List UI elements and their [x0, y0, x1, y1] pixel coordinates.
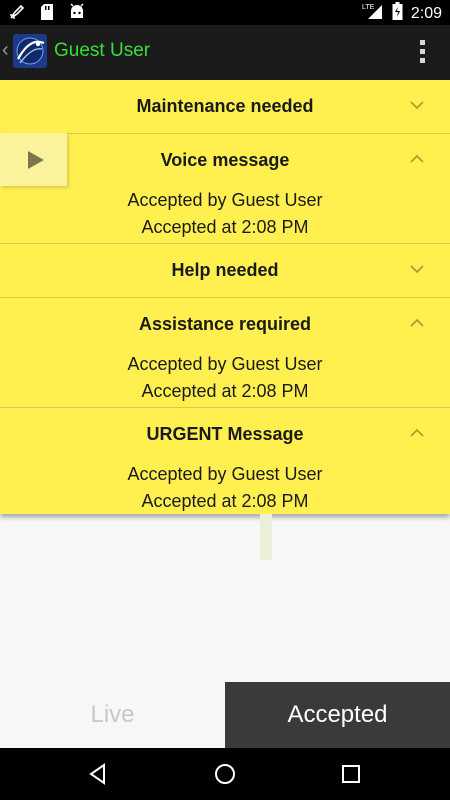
tab-bar: Live Accepted — [0, 682, 450, 748]
message-details: Accepted by Guest User Accepted at 2:08 … — [0, 351, 450, 407]
message-item-help[interactable]: Help needed — [0, 244, 450, 298]
overflow-menu-icon[interactable] — [420, 40, 426, 66]
navigation-bar — [0, 748, 450, 800]
network-type-label: LTE — [362, 4, 375, 11]
app-title: Guest User — [54, 40, 151, 61]
message-title: URGENT Message — [146, 424, 304, 444]
message-header[interactable]: Help needed — [0, 244, 450, 297]
message-item-voice[interactable]: Voice message Accepted by Guest User Acc… — [0, 134, 450, 244]
accepted-at-text: Accepted at 2:08 PM — [141, 217, 309, 237]
message-title: Voice message — [160, 150, 290, 170]
message-details: Accepted by Guest User Accepted at 2:08 … — [0, 187, 450, 243]
accepted-at-text: Accepted at 2:08 PM — [141, 381, 309, 401]
play-voice-button[interactable] — [0, 133, 67, 186]
app-logo-icon[interactable] — [12, 33, 48, 69]
message-item-assistance[interactable]: Assistance required Accepted by Guest Us… — [0, 298, 450, 408]
chevron-down-icon[interactable] — [410, 262, 424, 276]
accepted-at-text: Accepted at 2:08 PM — [141, 491, 309, 511]
message-header[interactable]: Assistance required — [0, 298, 450, 351]
sd-card-icon — [40, 3, 54, 26]
chevron-down-icon[interactable] — [410, 98, 424, 112]
play-icon — [28, 151, 44, 169]
status-bar-notifications — [8, 3, 86, 26]
tab-live[interactable]: Live — [0, 682, 225, 748]
message-title: Help needed — [171, 260, 279, 280]
accepted-by-text: Accepted by Guest User — [127, 354, 323, 374]
status-bar-system: LTE 2:09 — [362, 2, 442, 25]
recents-square-icon[interactable] — [339, 762, 363, 786]
message-list: Maintenance needed Voice message Accepte… — [0, 80, 450, 514]
back-triangle-icon[interactable] — [86, 762, 110, 786]
android-icon — [68, 3, 86, 26]
battery-icon — [392, 2, 403, 25]
tab-accepted[interactable]: Accepted — [225, 682, 450, 748]
back-chevron-icon[interactable]: ‹ — [2, 39, 9, 62]
rocket-icon — [8, 3, 26, 26]
message-title: Assistance required — [138, 314, 312, 334]
app-bar: ‹ Guest User — [0, 25, 450, 80]
status-bar: LTE 2:09 — [0, 0, 450, 25]
accepted-by-text: Accepted by Guest User — [127, 190, 323, 210]
home-circle-icon[interactable] — [213, 762, 237, 786]
chevron-up-icon[interactable] — [410, 316, 424, 330]
message-title: Maintenance needed — [136, 96, 314, 116]
chevron-up-icon[interactable] — [410, 152, 424, 166]
message-details: Accepted by Guest User Accepted at 2:08 … — [0, 461, 450, 514]
accepted-by-text: Accepted by Guest User — [127, 464, 323, 484]
signal-icon: LTE — [362, 2, 384, 25]
message-item-maintenance[interactable]: Maintenance needed — [0, 80, 450, 134]
chevron-up-icon[interactable] — [410, 426, 424, 440]
message-item-urgent[interactable]: URGENT Message Accepted by Guest User Ac… — [0, 408, 450, 514]
clock: 2:09 — [410, 4, 442, 22]
background-decoration — [260, 514, 272, 560]
message-header[interactable]: Maintenance needed — [0, 80, 450, 133]
message-header[interactable]: URGENT Message — [0, 408, 450, 461]
message-header[interactable]: Voice message — [0, 134, 450, 187]
